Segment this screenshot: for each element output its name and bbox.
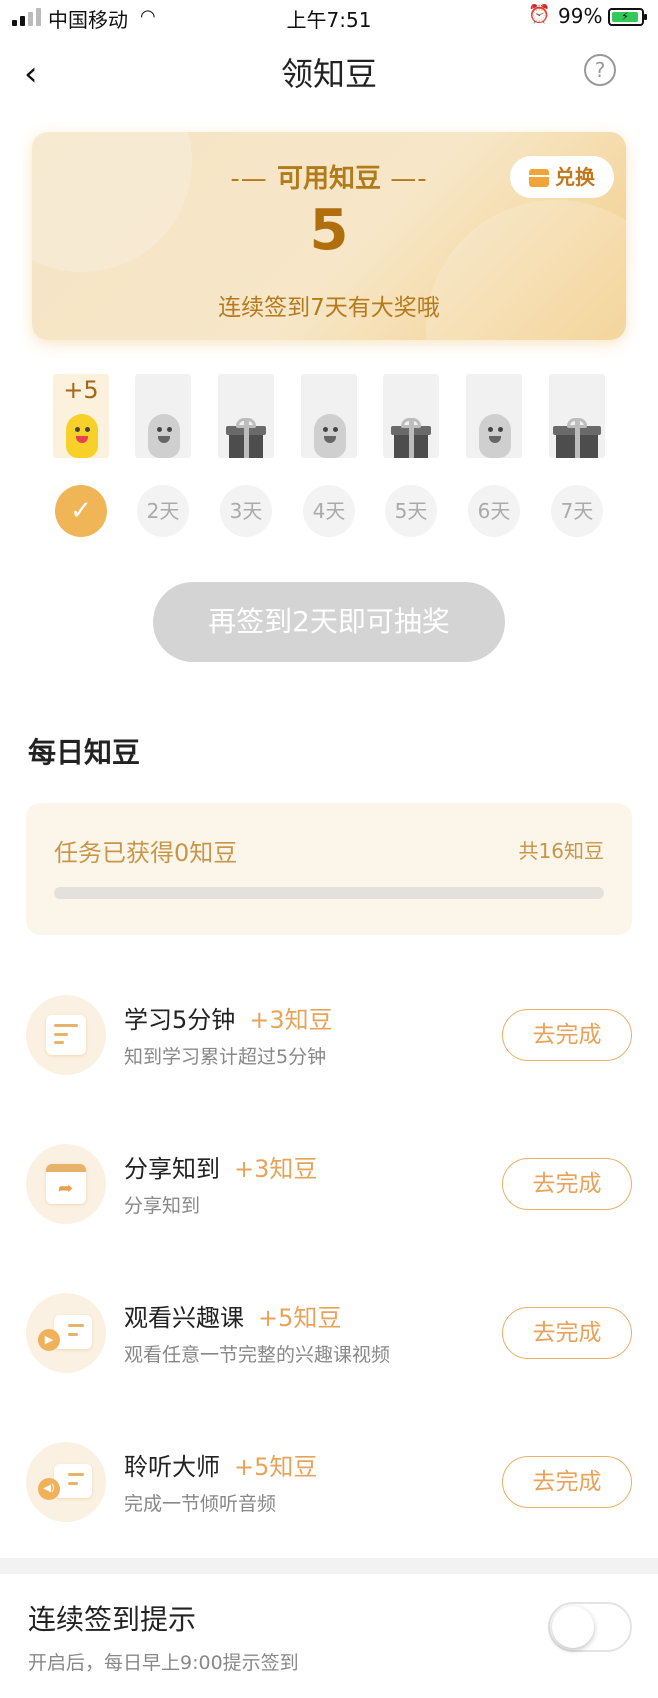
day-circle-7: 7天 <box>551 485 603 537</box>
task-title: 聆听大师 +5知豆 <box>124 1447 317 1482</box>
bean-mascot-icon <box>66 414 98 458</box>
day-circle-4: 4天 <box>303 485 355 537</box>
big-gift-box-icon <box>553 418 601 458</box>
page-title: 领知豆 <box>280 55 377 93</box>
section-title: 每日知豆 <box>28 736 141 769</box>
day-card-3 <box>218 374 274 458</box>
complete-task-button[interactable]: 去完成 <box>502 1307 632 1359</box>
task-title-text: 观看兴趣课 <box>124 1304 244 1332</box>
task-reward: +3知豆 <box>234 1155 318 1183</box>
balance-title: 可用知豆 <box>276 164 381 194</box>
section-divider <box>0 1558 658 1574</box>
toggle-knob <box>552 1606 594 1648</box>
task-desc: 观看任意一节完整的兴趣课视频 <box>124 1344 391 1366</box>
progress-bar <box>54 887 604 899</box>
exchange-button[interactable]: 兑换 <box>510 156 614 198</box>
day-checked-icon: ✓ <box>55 485 107 537</box>
task-desc: 知到学习累计超过5分钟 <box>124 1046 327 1068</box>
reminder-title: 连续签到提示 <box>28 1603 197 1636</box>
gift-box-icon <box>226 418 266 458</box>
bean-mascot-icon <box>479 414 511 458</box>
day-card-4 <box>301 374 357 458</box>
audio-icon: ◀) <box>26 1442 106 1522</box>
day-card-6 <box>466 374 522 458</box>
task-title: 分享知到 +3知豆 <box>124 1149 317 1184</box>
status-bar: 中国移动 ◠ 上午7:51 ⏰ 99% ⚡ <box>0 0 658 36</box>
task-title-text: 学习5分钟 <box>124 1006 236 1034</box>
task-desc: 完成一节倾听音频 <box>124 1493 277 1515</box>
task-reward: +3知豆 <box>249 1006 333 1034</box>
progress-text: 任务已获得0知豆 <box>54 839 238 867</box>
day-card-7 <box>549 374 605 458</box>
help-icon[interactable]: ? <box>584 54 616 86</box>
task-reward: +5知豆 <box>234 1453 318 1481</box>
day-card-1: +5 <box>53 374 109 458</box>
day-circle-5: 5天 <box>385 485 437 537</box>
gift-icon <box>529 169 549 187</box>
day-circle-6: 6天 <box>468 485 520 537</box>
bean-mascot-icon <box>314 414 346 458</box>
alarm-icon: ⏰ <box>528 4 551 25</box>
reminder-desc: 开启后，每日早上9:00提示签到 <box>28 1652 299 1674</box>
complete-task-button[interactable]: 去完成 <box>502 1009 632 1061</box>
task-title-text: 聆听大师 <box>124 1453 220 1481</box>
battery-percent: 99% <box>558 4 603 28</box>
balance-value: 5 <box>309 198 349 263</box>
exchange-label: 兑换 <box>555 165 595 189</box>
task-desc: 分享知到 <box>124 1195 201 1217</box>
balance-subtitle: 连续签到7天有大奖哦 <box>218 295 440 321</box>
task-title: 学习5分钟 +3知豆 <box>124 1000 333 1035</box>
progress-card: 任务已获得0知豆 共16知豆 <box>26 803 632 935</box>
complete-task-button[interactable]: 去完成 <box>502 1456 632 1508</box>
complete-task-button[interactable]: 去完成 <box>502 1158 632 1210</box>
progress-total: 共16知豆 <box>518 839 604 863</box>
task-title: 观看兴趣课 +5知豆 <box>124 1298 341 1333</box>
task-reward: +5知豆 <box>258 1304 342 1332</box>
day-circle-2: 2天 <box>137 485 189 537</box>
day-bonus: +5 <box>63 376 99 404</box>
day-card-2 <box>135 374 191 458</box>
battery-icon: ⚡ <box>608 8 647 26</box>
day-circle-3: 3天 <box>220 485 272 537</box>
video-icon: ▶ <box>26 1293 106 1373</box>
lottery-button: 再签到2天即可抽奖 <box>153 582 505 662</box>
balance-banner: -— 可用知豆 —- 5 连续签到7天有大奖哦 兑换 <box>32 132 626 340</box>
task-title-text: 分享知到 <box>124 1155 220 1183</box>
share-icon: ➦ <box>26 1144 106 1224</box>
day-card-5 <box>383 374 439 458</box>
reminder-toggle[interactable] <box>548 1602 632 1652</box>
bean-mascot-icon <box>148 414 180 458</box>
gift-box-icon <box>391 418 431 458</box>
study-icon <box>26 995 106 1075</box>
